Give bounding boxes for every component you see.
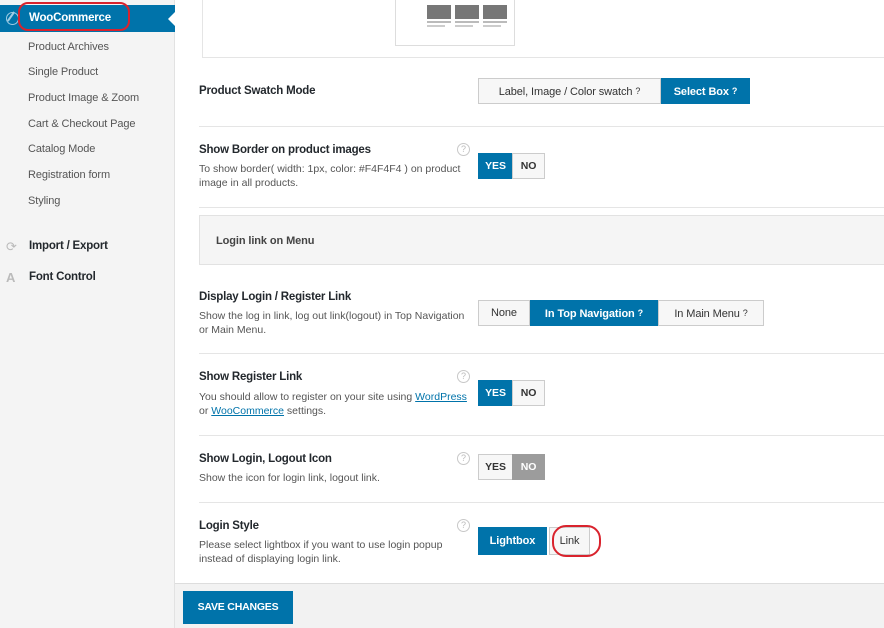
setting-title: Show Border on product images — [199, 144, 371, 156]
option-label: In Top Navigation — [544, 308, 635, 320]
sidebar-subitem-styling[interactable]: Styling — [28, 195, 60, 207]
setting-title: Product Swatch Mode — [199, 85, 316, 97]
description-text: settings. — [284, 405, 327, 417]
sidebar-item-font-control[interactable]: Font Control — [29, 271, 96, 283]
help-icon[interactable]: ? — [457, 370, 470, 383]
description-text: You should allow to register on your sit… — [199, 391, 416, 403]
swatch-option-label-image[interactable]: Label, Image / Color swatch ? — [478, 78, 661, 104]
save-changes-button[interactable]: SAVE CHANGES — [183, 591, 293, 624]
setting-row-login-icon: Show Login, Logout Icon Show the icon fo… — [199, 436, 884, 503]
sidebar-item-import-export[interactable]: Import / Export — [29, 240, 108, 252]
sidebar-subitem-product-image-zoom[interactable]: Product Image & Zoom — [28, 92, 139, 104]
yes-toggle[interactable]: YES — [478, 454, 513, 480]
setting-row-login-link: Display Login / Register Link Show the l… — [199, 265, 884, 354]
no-toggle[interactable]: NO — [512, 153, 545, 179]
login-style-lightbox[interactable]: Lightbox — [478, 527, 547, 555]
font-icon: A — [6, 270, 16, 285]
thumbnail-placeholder — [483, 5, 507, 27]
swatch-option-select-box[interactable]: Select Box ? — [661, 78, 750, 104]
description-text: or — [199, 405, 212, 417]
save-bar: SAVE CHANGES — [175, 583, 884, 628]
section-title: Login link on Menu — [216, 235, 315, 247]
yes-toggle[interactable]: YES — [478, 380, 513, 406]
layout-preview-area — [202, 0, 884, 58]
setting-title: Login Style — [199, 520, 259, 532]
setting-title: Display Login / Register Link — [199, 291, 352, 303]
woocommerce-link[interactable]: WooCommerce — [211, 405, 284, 417]
option-label: Select Box — [673, 86, 729, 98]
yes-toggle[interactable]: YES — [478, 153, 513, 179]
refresh-icon: ⟳ — [6, 239, 17, 254]
question-icon: ? — [637, 308, 644, 318]
thumbnail-placeholder — [455, 5, 479, 27]
setting-description: Please select lightbox if you want to us… — [199, 539, 443, 565]
annotation-circle — [552, 525, 601, 557]
question-icon: ? — [731, 86, 738, 96]
settings-sidebar: WooCommerce Product Archives Single Prod… — [0, 0, 175, 628]
option-label: In Main Menu — [674, 308, 740, 320]
setting-row-register-link: Show Register Link You should allow to r… — [199, 354, 884, 436]
help-icon[interactable]: ? — [457, 519, 470, 532]
no-toggle[interactable]: NO — [512, 454, 545, 480]
annotation-circle — [18, 2, 130, 31]
setting-description: Show the icon for login link, logout lin… — [199, 472, 380, 484]
login-option-main-menu[interactable]: In Main Menu ? — [658, 300, 764, 326]
help-icon[interactable]: ? — [457, 452, 470, 465]
help-icon[interactable]: ? — [457, 143, 470, 156]
setting-description: To show border( width: 1px, color: #F4F4… — [199, 163, 461, 189]
question-icon: ? — [742, 308, 748, 318]
setting-description: You should allow to register on your sit… — [199, 390, 471, 418]
sidebar-subitem-cart-checkout[interactable]: Cart & Checkout Page — [28, 118, 136, 130]
sidebar-subitem-catalog-mode[interactable]: Catalog Mode — [28, 143, 95, 155]
setting-description: Show the log in link, log out link(logou… — [199, 310, 465, 336]
setting-title: Show Register Link — [199, 371, 303, 383]
login-option-top-navigation[interactable]: In Top Navigation ? — [530, 300, 658, 326]
setting-row-login-style: Login Style Please select lightbox if yo… — [199, 503, 884, 583]
sidebar-subitem-product-archives[interactable]: Product Archives — [28, 41, 109, 53]
section-header: Login link on Menu — [199, 215, 884, 265]
layout-preview-image[interactable] — [395, 0, 515, 46]
option-label: Label, Image / Color swatch — [498, 86, 633, 98]
question-icon: ? — [635, 86, 641, 96]
settings-content: Product Swatch Mode Label, Image / Color… — [175, 0, 884, 583]
wordpress-link[interactable]: WordPress — [415, 391, 467, 403]
sidebar-subitem-single-product[interactable]: Single Product — [28, 66, 98, 78]
setting-row-swatch-mode: Product Swatch Mode Label, Image / Color… — [199, 58, 884, 127]
setting-row-show-border: Show Border on product images To show bo… — [199, 127, 884, 208]
thumbnail-placeholder — [427, 5, 451, 27]
setting-title: Show Login, Logout Icon — [199, 453, 332, 465]
sidebar-subitem-registration-form[interactable]: Registration form — [28, 169, 110, 181]
login-option-none[interactable]: None — [478, 300, 530, 326]
no-toggle[interactable]: NO — [512, 380, 545, 406]
